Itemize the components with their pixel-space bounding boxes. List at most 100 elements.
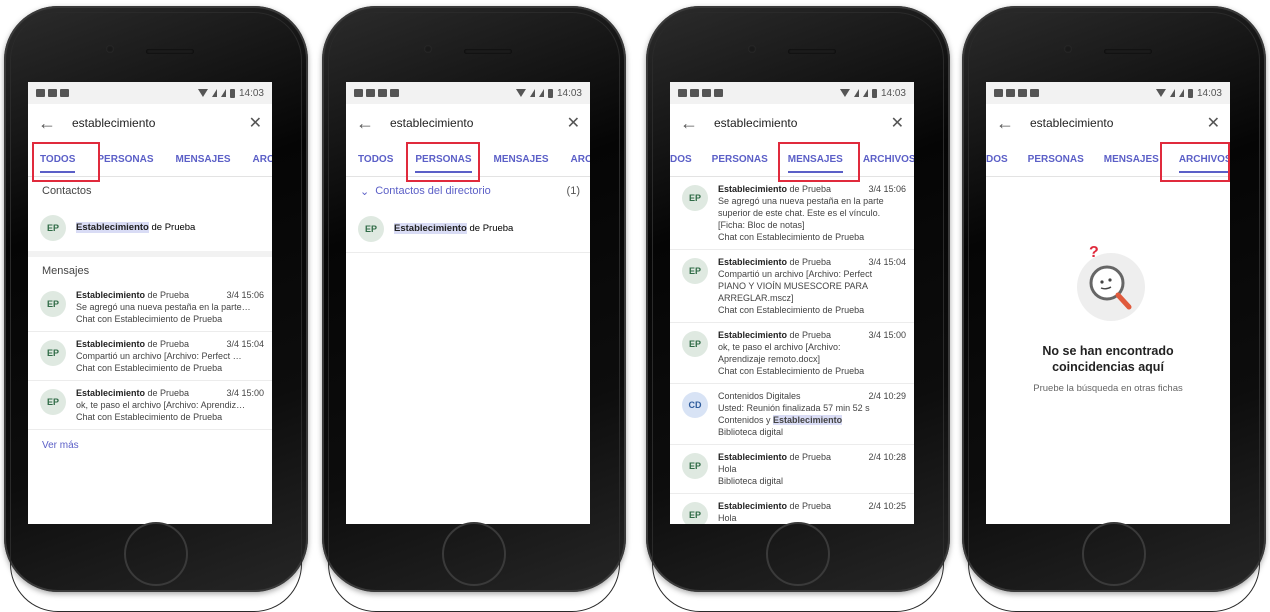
- back-arrow-icon[interactable]: ←: [996, 113, 1022, 134]
- status-bar: 14:03: [986, 82, 1230, 104]
- contact-name-highlight: Establecimiento: [394, 222, 467, 234]
- phone-frame-1: 14:03 ← establecimiento ✕ TODOS PERSONAS…: [4, 6, 308, 612]
- signal-icon: [1169, 89, 1175, 97]
- message-line: superior de este chat. Este es el víncul…: [718, 208, 881, 218]
- search-input[interactable]: establecimiento: [64, 116, 249, 130]
- message-item[interactable]: EP Establecimiento de Prueba 3/4 15:04 Co…: [670, 250, 914, 323]
- notification-icon: [48, 89, 57, 97]
- camera: [106, 45, 114, 53]
- screen-personas: 14:03 ← establecimiento ✕ TODOS PERSONAS…: [346, 82, 590, 524]
- signal-icon: [538, 89, 544, 97]
- tab-personas[interactable]: PERSONAS: [97, 144, 153, 175]
- signal-icon: [1178, 89, 1184, 97]
- tab-todos[interactable]: DOS: [670, 144, 692, 175]
- home-button[interactable]: [1082, 522, 1146, 586]
- signal-icon: [862, 89, 868, 97]
- tab-mensajes[interactable]: MENSAJES: [1104, 144, 1159, 175]
- message-preview: Compartió un archivo [Archivo: Perfect …: [76, 351, 242, 361]
- close-icon[interactable]: ✕: [1207, 113, 1220, 133]
- chevron-down-icon: ⌄: [360, 186, 370, 198]
- close-icon[interactable]: ✕: [249, 113, 262, 133]
- camera: [1064, 45, 1072, 53]
- search-input[interactable]: establecimiento: [382, 116, 567, 130]
- highlight-box: [32, 142, 100, 182]
- notification-icon: [366, 89, 375, 97]
- back-arrow-icon[interactable]: ←: [680, 113, 706, 134]
- sender-highlight: Establecimiento: [76, 290, 146, 300]
- notification-icon: [1006, 89, 1015, 97]
- search-input[interactable]: establecimiento: [706, 116, 891, 130]
- message-item[interactable]: EP Establecimiento de Prueba 3/4 15:04 Co…: [28, 332, 272, 381]
- notification-icon: [702, 89, 711, 97]
- speaker: [464, 49, 512, 54]
- message-date: 2/4 10:28: [868, 452, 906, 462]
- sender-highlight: Establecimiento: [718, 330, 788, 340]
- highlight-box: [1160, 142, 1230, 182]
- sender-name: Contenidos Digitales: [718, 391, 801, 401]
- battery-icon: [871, 88, 877, 98]
- status-bar: 14:03: [670, 82, 914, 104]
- contact-name-rest: de Prueba: [466, 222, 514, 234]
- tab-archivos[interactable]: ARCHIV: [253, 144, 272, 175]
- screen-archivos: 14:03 ← establecimiento ✕ DOS PERSONAS M…: [986, 82, 1230, 524]
- avatar: EP: [40, 389, 66, 415]
- sender-rest: de Prueba: [787, 330, 832, 340]
- message-item[interactable]: EP Establecimiento de Prueba 3/4 15:00 ok…: [28, 381, 272, 430]
- back-arrow-icon[interactable]: ←: [38, 113, 64, 134]
- phone-frame-2: 14:03 ← establecimiento ✕ TODOS PERSONAS…: [322, 6, 626, 612]
- message-item[interactable]: EP Establecimiento de Prueba 2/4 10:28 Ho…: [670, 445, 914, 494]
- notification-icon: [378, 89, 387, 97]
- messages-heading: Mensajes: [42, 265, 90, 277]
- close-icon[interactable]: ✕: [567, 113, 580, 133]
- avatar: EP: [40, 340, 66, 366]
- tab-mensajes[interactable]: MENSAJES: [176, 144, 231, 175]
- chat-origin: Chat con Establecimiento de Prueba: [718, 232, 865, 242]
- contact-item[interactable]: EP Establecimiento de Prueba: [346, 204, 590, 253]
- message-date: 3/4 15:04: [226, 339, 264, 349]
- tab-todos[interactable]: TODOS: [358, 144, 393, 175]
- search-input[interactable]: establecimiento: [1022, 116, 1207, 130]
- home-button[interactable]: [124, 522, 188, 586]
- message-line: Hola: [718, 513, 737, 523]
- highlight-box: [406, 142, 480, 182]
- home-button[interactable]: [766, 522, 830, 586]
- message-item[interactable]: EP Establecimiento de Prueba 3/4 15:00 ok…: [670, 323, 914, 384]
- highlight-box: [778, 142, 860, 182]
- message-line: ARREGLAR.mscz]: [718, 293, 794, 303]
- message-date: 3/4 15:06: [868, 184, 906, 194]
- tab-mensajes[interactable]: MENSAJES: [494, 144, 549, 175]
- sender-rest: de Prueba: [787, 184, 832, 194]
- message-item[interactable]: EP Establecimiento de Prueba 3/4 15:06 Se…: [670, 177, 914, 250]
- message-item[interactable]: EP Establecimiento de Prueba 3/4 15:06 Se…: [28, 283, 272, 332]
- camera: [748, 45, 756, 53]
- message-item[interactable]: EP Establecimiento de Prueba 2/4 10:25 Ho…: [670, 494, 914, 524]
- notification-icon: [60, 89, 69, 97]
- tab-todos[interactable]: DOS: [986, 144, 1008, 175]
- empty-title: No se han encontrado: [1042, 344, 1174, 358]
- close-icon[interactable]: ✕: [891, 113, 904, 133]
- avatar: EP: [682, 502, 708, 524]
- status-time: 14:03: [238, 87, 264, 99]
- avatar: EP: [40, 215, 66, 241]
- chat-origin: Chat con Establecimiento de Prueba: [76, 412, 223, 422]
- tab-archivos[interactable]: ARCHIV: [571, 144, 590, 175]
- search-bar: ← establecimiento ✕: [28, 104, 272, 142]
- home-button[interactable]: [442, 522, 506, 586]
- sender-rest: de Prueba: [787, 452, 832, 462]
- see-more-link[interactable]: Ver más: [28, 430, 272, 461]
- message-preview: Se agregó una nueva pestaña en la parte…: [76, 302, 251, 312]
- status-bar: 14:03: [346, 82, 590, 104]
- message-date: 3/4 15:04: [868, 257, 906, 267]
- battery-icon: [1187, 88, 1193, 98]
- tab-personas[interactable]: PERSONAS: [712, 144, 768, 175]
- chat-origin: Chat con Establecimiento de Prueba: [718, 305, 865, 315]
- message-line: Se agregó una nueva pestaña en la parte: [718, 196, 884, 206]
- chat-origin: Chat con Establecimiento de Prueba: [718, 366, 865, 376]
- tab-archivos[interactable]: ARCHIVOS: [863, 144, 914, 175]
- contact-item[interactable]: EP Establecimiento de Prueba: [28, 203, 272, 257]
- message-preview: ok, te paso el archivo [Archivo: Aprendi…: [76, 400, 246, 410]
- chat-origin: Chat con Establecimiento de Prueba: [76, 363, 223, 373]
- message-item[interactable]: CD Contenidos Digitales 2/4 10:29 Usted: …: [670, 384, 914, 445]
- back-arrow-icon[interactable]: ←: [356, 113, 382, 134]
- tab-personas[interactable]: PERSONAS: [1028, 144, 1084, 175]
